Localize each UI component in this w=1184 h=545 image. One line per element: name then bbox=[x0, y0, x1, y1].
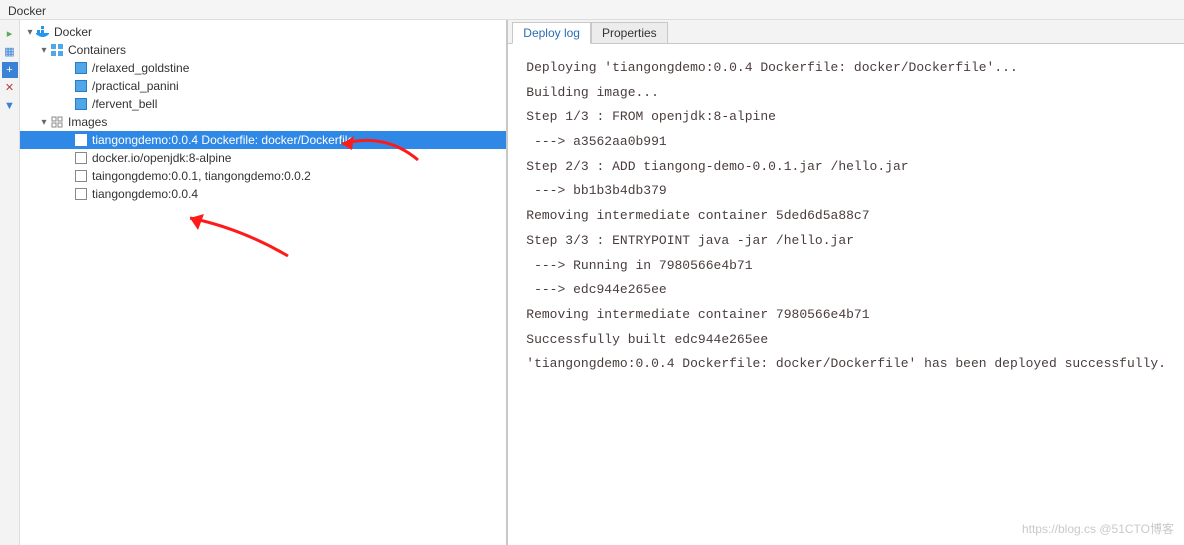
tree-item-label: /practical_panini bbox=[92, 79, 179, 93]
watermark-text: https://blog.cs @51CTO博客 bbox=[1022, 518, 1174, 541]
tabs-bar: Deploy log Properties bbox=[508, 20, 1184, 44]
filter-icon[interactable]: ▼ bbox=[2, 98, 18, 114]
log-line: Deploying 'tiangongdemo:0.0.4 Dockerfile… bbox=[526, 56, 1166, 81]
tab-properties[interactable]: Properties bbox=[591, 22, 668, 44]
container-icon bbox=[74, 61, 88, 75]
right-panel: Deploy log Properties Deploying 'tiangon… bbox=[507, 20, 1184, 545]
log-line: 'tiangongdemo:0.0.4 Dockerfile: docker/D… bbox=[526, 352, 1166, 377]
tree-item-label: docker.io/openjdk:8-alpine bbox=[92, 151, 231, 165]
log-line: ---> edc944e265ee bbox=[526, 278, 1166, 303]
annotation-arrow bbox=[170, 208, 290, 258]
chevron-down-icon[interactable]: ▾ bbox=[38, 117, 50, 128]
tree-image-item-selected[interactable]: tiangongdemo:0.0.4 Dockerfile: docker/Do… bbox=[20, 131, 506, 149]
log-line: Removing intermediate container 5ded6d5a… bbox=[526, 204, 1166, 229]
tree-container-item[interactable]: /fervent_bell bbox=[20, 95, 506, 113]
left-panel: ▸ ▦ + ✕ ▼ ▾ Docker ▾ Containers bbox=[0, 20, 507, 545]
log-line: Building image... bbox=[526, 81, 1166, 106]
log-line: Step 1/3 : FROM openjdk:8-alpine bbox=[526, 105, 1166, 130]
image-icon bbox=[74, 187, 88, 201]
tree-image-item[interactable]: docker.io/openjdk:8-alpine bbox=[20, 149, 506, 167]
tree-container-item[interactable]: /relaxed_goldstine bbox=[20, 59, 506, 77]
log-line: ---> a3562aa0b991 bbox=[526, 130, 1166, 155]
log-line: ---> bb1b3b4db379 bbox=[526, 179, 1166, 204]
chevron-down-icon[interactable]: ▾ bbox=[24, 27, 36, 38]
tab-deploy-log[interactable]: Deploy log bbox=[512, 22, 591, 44]
docker-icon bbox=[36, 25, 50, 39]
log-line: Successfully built edc944e265ee bbox=[526, 328, 1166, 353]
tree-image-item[interactable]: tiangongdemo:0.0.4 bbox=[20, 185, 506, 203]
deploy-log-output: Deploying 'tiangongdemo:0.0.4 Dockerfile… bbox=[508, 44, 1184, 545]
tree-images-label: Images bbox=[68, 115, 107, 129]
image-icon bbox=[74, 133, 88, 147]
image-icon bbox=[74, 169, 88, 183]
tree-item-label: /fervent_bell bbox=[92, 97, 157, 111]
container-icon bbox=[74, 79, 88, 93]
tree-image-item[interactable]: taingongdemo:0.0.1, tiangongdemo:0.0.2 bbox=[20, 167, 506, 185]
tree-root-docker[interactable]: ▾ Docker bbox=[20, 23, 506, 41]
container-icon bbox=[74, 97, 88, 111]
tree-containers-node[interactable]: ▾ Containers bbox=[20, 41, 506, 59]
sidebar-toolbar: ▸ ▦ + ✕ ▼ bbox=[0, 20, 20, 545]
tree-item-label: taingongdemo:0.0.1, tiangongdemo:0.0.2 bbox=[92, 169, 311, 183]
indicator-icon: ▸ bbox=[2, 26, 18, 42]
images-icon bbox=[50, 115, 64, 129]
close-icon[interactable]: ✕ bbox=[2, 80, 18, 96]
tree-item-label: tiangongdemo:0.0.4 Dockerfile: docker/Do… bbox=[92, 133, 354, 147]
tree-item-label: tiangongdemo:0.0.4 bbox=[92, 187, 198, 201]
tree-item-label: /relaxed_goldstine bbox=[92, 61, 189, 75]
docker-tree: ▾ Docker ▾ Containers /relaxed_goldstine bbox=[20, 20, 506, 545]
tree-container-item[interactable]: /practical_panini bbox=[20, 77, 506, 95]
image-icon bbox=[74, 151, 88, 165]
tree-images-node[interactable]: ▾ Images bbox=[20, 113, 506, 131]
window-title: Docker bbox=[0, 0, 1184, 20]
chevron-down-icon[interactable]: ▾ bbox=[38, 45, 50, 56]
containers-icon bbox=[50, 43, 64, 57]
log-line: Step 2/3 : ADD tiangong-demo-0.0.1.jar /… bbox=[526, 155, 1166, 180]
log-line: ---> Running in 7980566e4b71 bbox=[526, 254, 1166, 279]
add-icon[interactable]: + bbox=[2, 62, 18, 78]
grid-icon[interactable]: ▦ bbox=[2, 44, 18, 60]
log-line: Removing intermediate container 7980566e… bbox=[526, 303, 1166, 328]
log-line: Step 3/3 : ENTRYPOINT java -jar /hello.j… bbox=[526, 229, 1166, 254]
tree-containers-label: Containers bbox=[68, 43, 126, 57]
tree-root-label: Docker bbox=[54, 25, 92, 39]
